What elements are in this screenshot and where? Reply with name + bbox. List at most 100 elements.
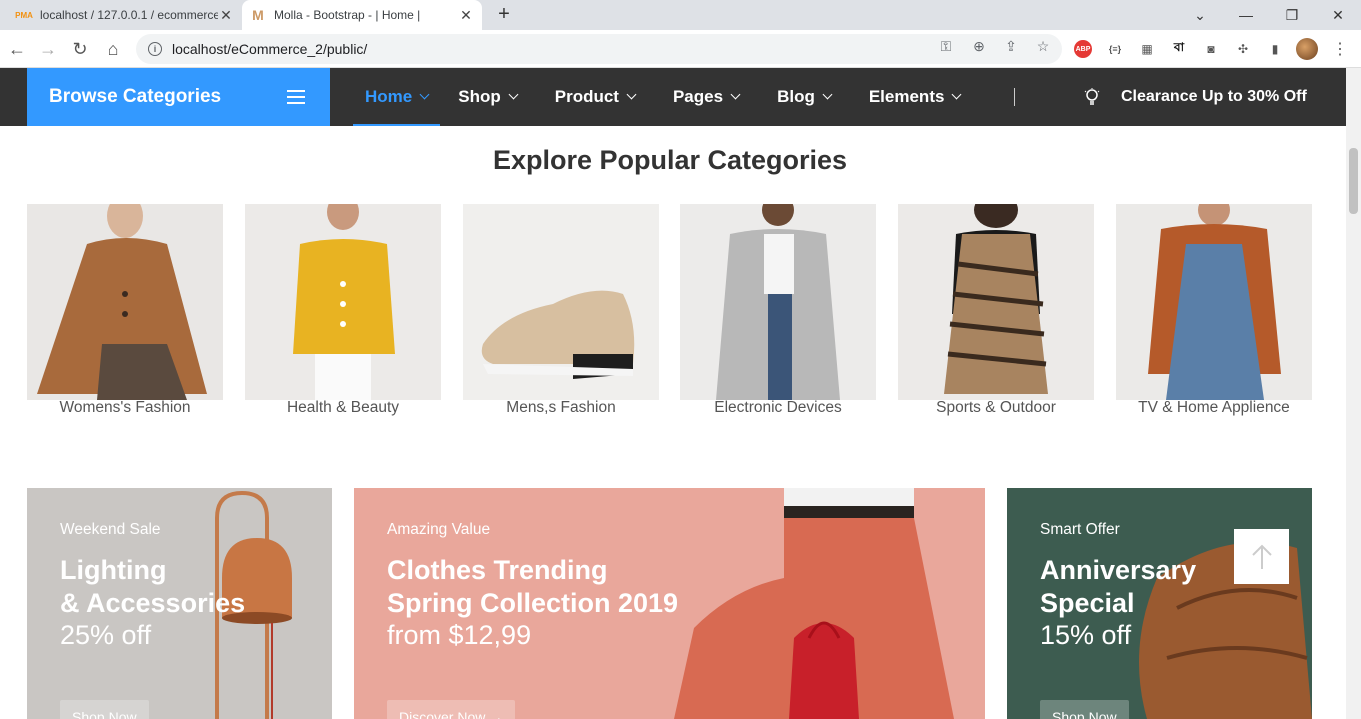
scroll-to-top-button[interactable] — [1234, 529, 1289, 584]
banner-title-line1: Lighting — [60, 555, 167, 585]
banner-lighting[interactable]: Weekend Sale Lighting & Accessories 25% o… — [27, 488, 332, 719]
menu-label: Product — [554, 87, 619, 106]
category-label[interactable]: Mens,s Fashion — [463, 399, 659, 417]
image-extension-icon[interactable]: ▦ — [1138, 40, 1156, 58]
site-navbar: Browse Categories Home Shop Product Page… — [0, 68, 1346, 126]
category-label[interactable]: Womens's Fashion — [27, 399, 223, 417]
category-card[interactable]: Sports & Outdoor — [898, 204, 1094, 417]
page-scrollbar[interactable] — [1346, 68, 1361, 719]
category-label[interactable]: TV & Home Applience — [1116, 399, 1312, 417]
tab-title: localhost / 127.0.0.1 / ecommerce — [40, 8, 218, 22]
category-card[interactable]: Health & Beauty — [245, 204, 441, 417]
chevron-down-icon — [508, 89, 519, 100]
category-image-mens[interactable] — [463, 204, 659, 400]
chevron-down-icon — [626, 89, 637, 100]
clearance-label: Clearance Up to 30% Off — [1121, 88, 1307, 105]
shop-now-button[interactable]: Shop Now — [60, 700, 149, 719]
banner-subtitle: Smart Offer — [1040, 521, 1120, 538]
category-image-tv[interactable] — [1116, 204, 1312, 400]
key-icon[interactable]: ⚿ — [937, 37, 955, 55]
banner-subtitle: Amazing Value — [387, 521, 491, 538]
banner-anniversary[interactable]: Smart Offer Anniversary Special 15% off S… — [1007, 488, 1312, 719]
banner-price: 25% off — [60, 620, 152, 650]
arrow-up-icon — [1251, 544, 1272, 569]
category-image-electronic[interactable] — [680, 204, 876, 400]
banner-title-line1: Clothes Trending — [387, 555, 608, 585]
category-card[interactable]: Womens's Fashion — [27, 204, 223, 417]
banner-title-line1: Anniversary — [1040, 555, 1197, 585]
category-card[interactable]: TV & Home Applience — [1116, 204, 1312, 417]
tab-molla[interactable]: M Molla - Bootstrap - | Home | ✕ — [242, 0, 482, 30]
extensions-puzzle-icon[interactable]: ✣ — [1234, 40, 1252, 58]
share-icon[interactable]: ⇪ — [1002, 37, 1020, 55]
tab-title: Molla - Bootstrap - | Home | — [274, 8, 421, 22]
bookmark-star-icon[interactable]: ☆ — [1034, 37, 1052, 55]
menu-label: Pages — [672, 87, 724, 106]
minimize-icon[interactable]: — — [1223, 0, 1269, 30]
forward-icon[interactable]: → — [37, 38, 59, 60]
zoom-icon[interactable]: ⊕ — [970, 37, 988, 55]
browse-categories-button[interactable]: Browse Categories — [27, 68, 330, 126]
side-panel-icon[interactable]: ▮ — [1266, 40, 1284, 58]
home-icon[interactable]: ⌂ — [102, 38, 124, 60]
menu-label: Elements — [868, 87, 945, 106]
menu-label: Home — [365, 87, 413, 106]
omnibox[interactable]: i localhost/eCommerce_2/public/ — [136, 34, 1062, 64]
chevron-down-icon — [951, 89, 962, 100]
close-icon[interactable]: ✕ — [218, 7, 234, 24]
window-close-icon[interactable]: ✕ — [1315, 0, 1361, 30]
chevron-down-icon — [730, 89, 741, 100]
tab-search-icon[interactable]: ⌄ — [1177, 0, 1223, 30]
more-menu-icon[interactable]: ⋮ — [1331, 40, 1349, 58]
json-viewer-label: {≡} — [1108, 44, 1122, 54]
bangla-extension-icon[interactable]: বা — [1170, 40, 1188, 58]
banner-price: from $12,99 — [387, 620, 532, 650]
reload-icon[interactable]: ↻ — [69, 38, 91, 60]
menu-label: Shop — [458, 87, 501, 106]
browse-categories-label: Browse Categories — [49, 86, 222, 107]
tab-phpmyadmin[interactable]: PMA localhost / 127.0.0.1 / ecommerce ✕ — [8, 0, 242, 30]
main-menu: Home Shop Product Pages Blog Elements — [353, 68, 998, 126]
back-icon[interactable]: ← — [6, 38, 28, 60]
menu-item-pages[interactable]: Pages — [672, 68, 741, 126]
scrollbar-thumb[interactable] — [1349, 148, 1358, 214]
menu-item-product[interactable]: Product — [554, 68, 637, 126]
category-label[interactable]: Sports & Outdoor — [898, 399, 1094, 417]
camera-icon[interactable]: ◙ — [1202, 40, 1220, 58]
restore-icon[interactable]: ❐ — [1269, 0, 1315, 30]
banner-title: Lighting & Accessories — [60, 554, 245, 620]
chevron-down-icon — [419, 89, 430, 100]
menu-label: Blog — [777, 87, 815, 106]
hamburger-icon — [287, 90, 305, 104]
clearance-link[interactable]: Clearance Up to 30% Off — [1083, 68, 1307, 126]
address-toolbar: ← → ↻ ⌂ i localhost/eCommerce_2/public/ … — [0, 30, 1361, 68]
lightbulb-icon — [1083, 88, 1101, 106]
shop-now-button[interactable]: Shop Now — [1040, 700, 1129, 719]
category-image-sports[interactable] — [898, 204, 1094, 400]
adblock-label: ABP — [1075, 45, 1091, 53]
chevron-down-icon — [822, 89, 833, 100]
banner-clothes[interactable]: Amazing Value Clothes Trending Spring Col… — [354, 488, 985, 719]
new-tab-icon[interactable]: + — [494, 3, 514, 26]
adblock-icon[interactable]: ABP — [1074, 40, 1092, 58]
category-image-health[interactable] — [245, 204, 441, 400]
menu-item-elements[interactable]: Elements — [868, 68, 962, 126]
category-card[interactable]: Electronic Devices — [680, 204, 876, 417]
arrow-right-icon: → — [489, 709, 504, 719]
menu-item-blog[interactable]: Blog — [777, 68, 833, 126]
category-image-womens[interactable] — [27, 204, 223, 400]
browser-tab-strip: PMA localhost / 127.0.0.1 / ecommerce ✕ … — [0, 0, 1361, 30]
close-icon[interactable]: ✕ — [458, 7, 474, 24]
nav-divider — [1014, 88, 1015, 106]
category-label[interactable]: Electronic Devices — [680, 399, 876, 417]
avatar[interactable] — [1296, 38, 1318, 60]
json-viewer-icon[interactable]: {≡} — [1106, 40, 1124, 58]
bangla-label: বা — [1173, 40, 1185, 54]
menu-item-home[interactable]: Home — [353, 68, 441, 126]
discover-now-button[interactable]: Discover Now → — [387, 700, 516, 719]
category-card[interactable]: Mens,s Fashion — [463, 204, 659, 417]
category-label[interactable]: Health & Beauty — [245, 399, 441, 417]
menu-item-shop[interactable]: Shop — [458, 68, 519, 126]
url-text[interactable]: localhost/eCommerce_2/public/ — [172, 41, 367, 57]
site-info-icon[interactable]: i — [148, 42, 162, 56]
